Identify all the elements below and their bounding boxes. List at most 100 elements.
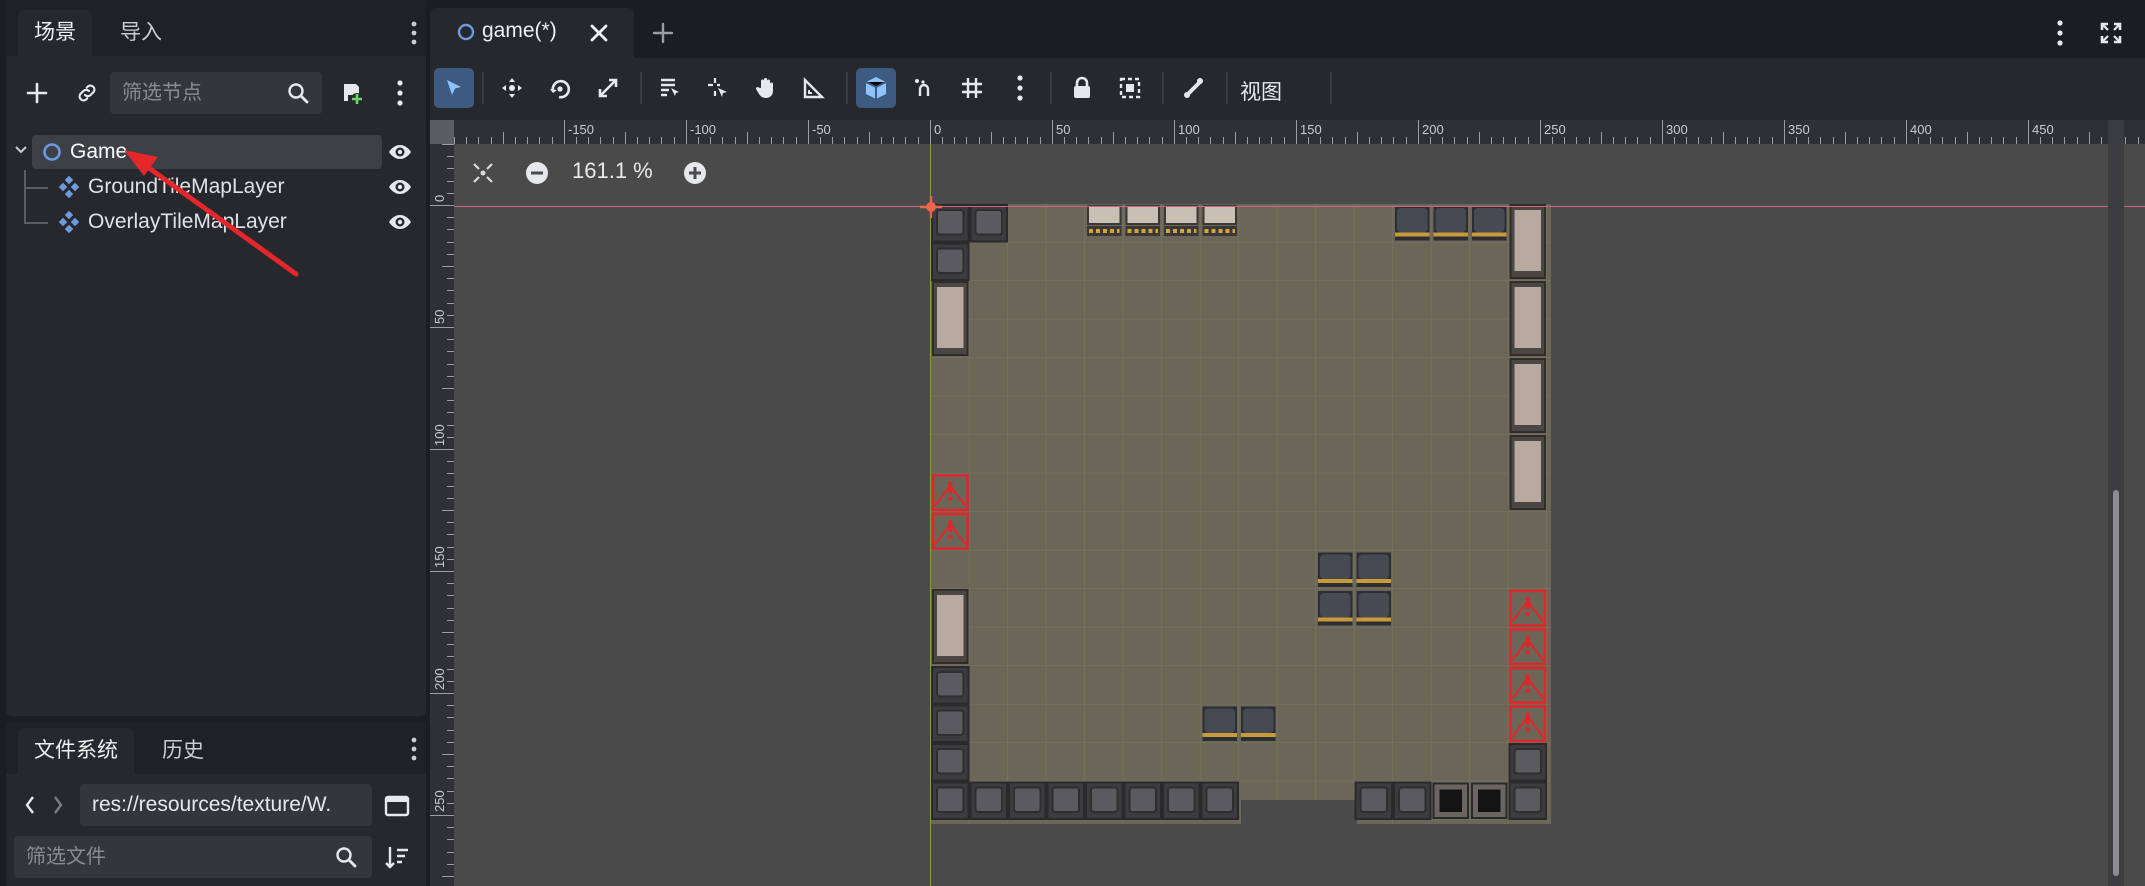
canvas-viewport[interactable]: -150 -100 -50 0 50 100 150 200 250 300 350 400 450 0… — [430, 120, 2145, 886]
ruler-tick — [1344, 137, 1346, 144]
ruler-tick — [612, 137, 614, 144]
ruler-mode-button[interactable] — [794, 68, 834, 108]
ruler-tick — [447, 412, 454, 414]
viewport-scrollbar-thumb[interactable] — [2113, 490, 2119, 876]
ruler-tick — [442, 754, 454, 755]
ruler-tick — [2101, 137, 2102, 144]
ruler-tick — [1527, 137, 1529, 144]
snap-menu-icon[interactable] — [1000, 68, 1040, 108]
stone-tile — [1508, 781, 1547, 820]
pillar-tile — [932, 281, 969, 356]
ruler-tick — [1588, 137, 1590, 144]
scene-tabs-menu-icon[interactable] — [2054, 18, 2066, 48]
ruler-tick — [1735, 137, 1736, 144]
ruler-tick — [2040, 137, 2041, 144]
group-button[interactable] — [1110, 68, 1150, 108]
ruler-tick — [698, 137, 699, 144]
ruler-h-label: 350 — [1788, 122, 1810, 137]
close-icon[interactable] — [586, 20, 612, 46]
filesystem-dock: 文件系统 历史 res://resources/texture/W. 筛选文件 — [6, 722, 426, 886]
pivot-mode-button[interactable] — [698, 68, 738, 108]
path-field-value: res://resources/texture/W. — [92, 793, 332, 816]
toggle-split-mode-button[interactable] — [382, 792, 412, 820]
zoom-in-button[interactable] — [682, 160, 708, 186]
ruler-tick — [807, 120, 809, 144]
view-menu[interactable]: 视图 — [1240, 76, 1282, 106]
ruler-tick — [1649, 137, 1651, 144]
ruler-tick — [447, 400, 454, 402]
ruler-tick — [624, 132, 626, 144]
ruler-tick — [447, 827, 454, 829]
stone-tile — [931, 704, 970, 743]
list-select-button[interactable] — [650, 68, 690, 108]
cursor-arrow-icon — [447, 80, 461, 95]
toolbar-separator — [1162, 72, 1164, 104]
snap-options-button[interactable] — [904, 68, 944, 108]
ruler-tick — [990, 132, 992, 144]
ruler-tick — [1869, 137, 1871, 144]
ruler-tick — [1491, 137, 1492, 144]
select-mode-button[interactable] — [434, 68, 474, 108]
skeleton-options-button[interactable] — [1174, 68, 1214, 108]
scene-tab-game[interactable]: game(*) — [430, 8, 634, 58]
smart-snap-button[interactable] — [856, 68, 896, 108]
ruler-tick — [2052, 137, 2054, 144]
lock-button[interactable] — [1062, 68, 1102, 108]
filesystem-dock-menu-icon[interactable] — [410, 736, 418, 762]
ruler-tick — [2125, 137, 2127, 144]
grid-snap-button[interactable] — [952, 68, 992, 108]
filesystem-dock-tabbar: 文件系统 历史 — [6, 722, 426, 774]
scale-mode-button[interactable] — [588, 68, 628, 108]
ruler-tick — [783, 137, 785, 144]
rotate-mode-button[interactable] — [540, 68, 580, 108]
crate-tile — [1356, 591, 1391, 626]
ruler-tick — [447, 644, 454, 646]
tab-filesystem[interactable]: 文件系统 — [18, 728, 134, 774]
ruler-tick — [1369, 137, 1370, 144]
ruler-tick — [1100, 137, 1102, 144]
ruler-tick — [856, 137, 858, 144]
ruler-tick — [447, 217, 454, 219]
ruler-tick — [447, 778, 454, 780]
ruler-tick — [942, 137, 943, 144]
forward-chevron-icon[interactable] — [50, 792, 66, 818]
zoom-out-button[interactable] — [524, 160, 550, 186]
ruler-tick — [1051, 120, 1053, 144]
ruler-tick — [447, 790, 454, 792]
center-view-button[interactable] — [470, 160, 496, 186]
sort-button[interactable] — [382, 842, 412, 872]
sign-tile — [1087, 205, 1122, 236]
zoom-level[interactable]: 161.1 % — [572, 158, 653, 184]
path-field[interactable]: res://resources/texture/W. — [80, 784, 372, 826]
panel-icon — [384, 795, 410, 817]
ruler-tick — [1637, 137, 1639, 144]
back-chevron-icon[interactable] — [22, 792, 38, 818]
ruler-tick — [447, 497, 454, 499]
add-scene-tab-button[interactable] — [648, 18, 678, 48]
ruler-tick — [1905, 120, 1907, 144]
ruler-v-label: 100 — [432, 424, 447, 446]
ruler-tick — [1234, 132, 1236, 144]
toolbar-separator — [1226, 72, 1228, 104]
ruler-tick — [1771, 137, 1773, 144]
ruler-tick — [447, 863, 454, 865]
ruler-tick — [442, 632, 454, 633]
distraction-free-button[interactable] — [2096, 18, 2126, 48]
ruler-tick — [588, 137, 590, 144]
move-mode-button[interactable] — [492, 68, 532, 108]
bone-icon — [1184, 78, 1203, 98]
file-filter-input[interactable]: 筛选文件 — [14, 836, 372, 878]
ruler-tick — [442, 510, 454, 511]
ruler-icon — [803, 77, 825, 99]
search-icon — [334, 845, 358, 869]
ruler-tick — [1405, 137, 1407, 144]
ruler-tick — [442, 876, 454, 877]
ruler-tick — [1210, 137, 1212, 144]
ruler-tick — [527, 137, 529, 144]
pan-mode-button[interactable] — [746, 68, 786, 108]
ruler-tick — [1417, 120, 1419, 144]
tab-history[interactable]: 历史 — [146, 728, 220, 774]
ruler-h-label: 400 — [1910, 122, 1932, 137]
stone-tile — [1085, 781, 1124, 820]
pivot-icon — [708, 78, 727, 97]
